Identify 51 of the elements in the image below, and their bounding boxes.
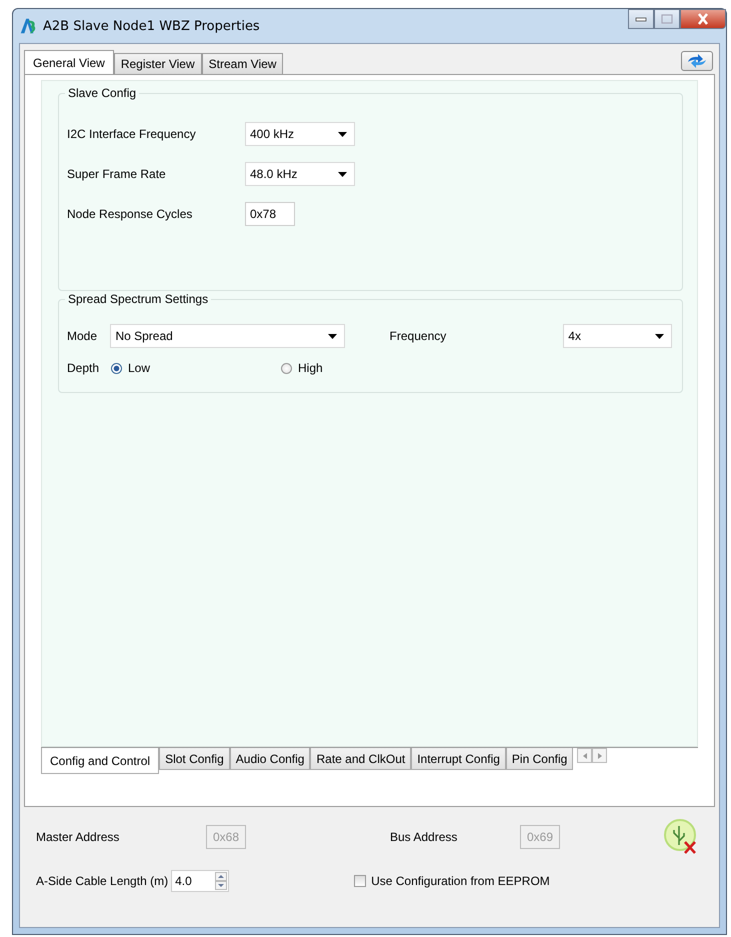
dropdown[interactable]: 4x bbox=[563, 324, 672, 348]
caret-icon bbox=[655, 334, 664, 338]
field-label: Bus Address bbox=[390, 830, 458, 844]
close-icon bbox=[696, 13, 710, 25]
radio-button[interactable] bbox=[111, 362, 122, 374]
number-spinner[interactable]: 4.0 bbox=[171, 870, 230, 892]
maximize-icon bbox=[661, 14, 673, 24]
radio-option[interactable]: High bbox=[281, 361, 451, 375]
field-label: Mode bbox=[67, 329, 98, 343]
logo-icon bbox=[19, 17, 37, 35]
tab[interactable]: Slot Config bbox=[159, 748, 230, 770]
caret-icon bbox=[338, 132, 347, 136]
tab[interactable]: Rate and ClkOut bbox=[310, 748, 412, 770]
refresh-button[interactable] bbox=[681, 51, 713, 71]
window-title: A2B Slave Node1 WBZ Properties bbox=[43, 18, 260, 34]
field-label: I2C Interface Frequency bbox=[67, 127, 197, 141]
tab[interactable]: Interrupt Config bbox=[411, 748, 506, 770]
maximize-button[interactable] bbox=[654, 9, 680, 29]
minimize-button[interactable] bbox=[628, 9, 654, 29]
dropdown[interactable]: 48.0 kHz bbox=[245, 162, 355, 186]
radio-option[interactable]: Low bbox=[111, 361, 281, 375]
input-field[interactable]: 0x78 bbox=[245, 202, 295, 226]
refresh-icon bbox=[686, 54, 708, 68]
field-label: Node Response Cycles bbox=[67, 207, 194, 221]
right-arrow-icon bbox=[598, 752, 602, 758]
scroll-right-button[interactable] bbox=[592, 748, 608, 763]
minimize-icon bbox=[635, 16, 647, 22]
spin-arrows-icon bbox=[215, 872, 228, 890]
group-title: Spread Spectrum Settings bbox=[65, 292, 212, 306]
caret-icon bbox=[338, 172, 347, 176]
tab[interactable]: Config and Control bbox=[41, 748, 160, 774]
checkbox-option[interactable]: Use Configuration from EEPROM bbox=[354, 874, 550, 888]
tab[interactable]: Pin Config bbox=[506, 748, 574, 770]
dropdown[interactable]: 400 kHz bbox=[245, 122, 355, 146]
scroll-left-button[interactable] bbox=[577, 748, 592, 763]
close-button[interactable] bbox=[680, 9, 726, 29]
field-label: Depth bbox=[67, 361, 100, 375]
tab[interactable]: Audio Config bbox=[230, 748, 310, 770]
field-label: A-Side Cable Length (m) bbox=[36, 874, 168, 888]
tab[interactable]: Stream View bbox=[202, 53, 284, 74]
field-label: Master Address bbox=[36, 830, 120, 844]
field-label: Super Frame Rate bbox=[67, 167, 167, 181]
tab[interactable]: Register View bbox=[114, 53, 202, 74]
caret-icon bbox=[328, 334, 337, 338]
dropdown[interactable]: No Spread bbox=[110, 324, 345, 348]
field-label: Frequency bbox=[390, 329, 448, 343]
tab[interactable]: General View bbox=[24, 50, 114, 74]
checkbox[interactable] bbox=[354, 875, 366, 887]
group-title: Slave Config bbox=[65, 86, 140, 100]
radio-button[interactable] bbox=[281, 362, 292, 374]
left-arrow-icon bbox=[582, 752, 587, 758]
